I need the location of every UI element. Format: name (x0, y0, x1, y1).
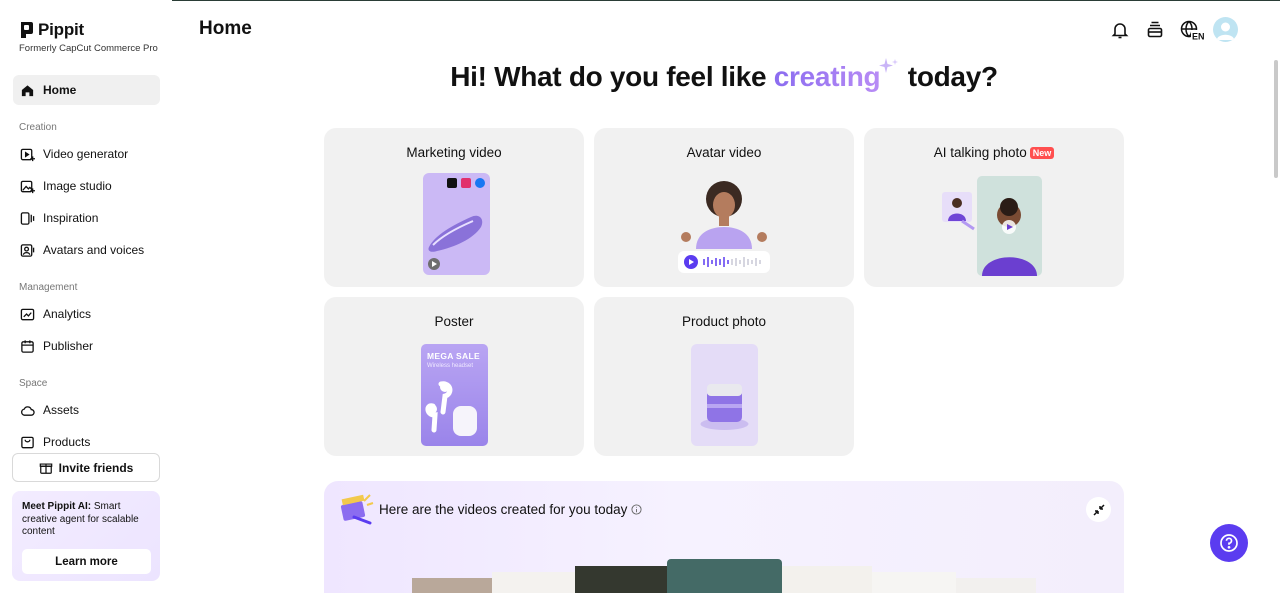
bell-icon[interactable] (1110, 20, 1130, 40)
gift-icon (39, 462, 52, 474)
talking-photo-preview (942, 176, 1042, 276)
product-box-icon (21, 436, 34, 448)
sidebar-item-label: Inspiration (43, 211, 99, 225)
card-title: Product photo (681, 314, 767, 329)
language-label: EN (1192, 32, 1205, 41)
globe-icon[interactable]: EN (1180, 20, 1206, 40)
collapse-arrows-icon (1092, 503, 1105, 516)
sidebar-item-home[interactable]: Home (13, 75, 160, 105)
new-badge: New (1029, 147, 1055, 159)
video-thumbnail[interactable] (956, 578, 1036, 593)
card-title: Marketing video (406, 145, 502, 160)
sidebar-item-label: Avatars and voices (43, 243, 145, 257)
help-button[interactable] (1210, 524, 1248, 562)
sparkle-icon (879, 58, 899, 73)
card-title: Avatar video (686, 145, 762, 160)
card-poster[interactable]: Poster MEGA SALE Wireless headset (324, 297, 584, 456)
avatar[interactable] (1213, 17, 1238, 42)
sidebar-item-inspiration[interactable]: Inspiration (13, 203, 160, 233)
pippit-ai-promo: Meet Pippit AI: Smart creative agent for… (12, 491, 160, 581)
section-label-space: Space (19, 378, 48, 389)
poster-title: MEGA SALE (427, 351, 480, 361)
banner-label: Here are the videos created for you toda… (379, 502, 628, 517)
headline: Hi! What do you feel like creating today… (324, 56, 1124, 93)
sidebar-item-label: Analytics (43, 307, 92, 321)
card-title-text: AI talking photo (933, 145, 1027, 160)
promo-text: Meet Pippit AI: Smart creative agent for… (22, 501, 150, 539)
poster-subtitle: Wireless headset (427, 363, 474, 369)
avatar-video-preview (678, 181, 770, 273)
avatar-voice-icon (20, 243, 35, 257)
video-thumbnail[interactable] (412, 578, 492, 593)
question-mark-icon (1220, 534, 1238, 552)
video-thumbnail[interactable] (872, 572, 956, 593)
sidebar-item-publisher[interactable]: Publisher (13, 331, 160, 361)
sidebar: Pippit Formerly CapCut Commerce Pro Home… (0, 0, 172, 593)
cloud-icon (21, 405, 35, 416)
sidebar-item-video-generator[interactable]: Video generator (13, 139, 160, 169)
layers-icon[interactable] (1145, 20, 1165, 40)
headline-pre: Hi! What do you feel like (450, 61, 774, 92)
info-icon[interactable] (631, 504, 642, 515)
video-thumbnail[interactable] (667, 559, 782, 593)
sidebar-item-label: Home (43, 83, 77, 97)
scrollbar[interactable] (1274, 60, 1278, 178)
sidebar-item-analytics[interactable]: Analytics (13, 299, 160, 329)
learn-more-button[interactable]: Learn more (22, 549, 151, 574)
invite-friends-label: Invite friends (58, 460, 134, 475)
marketing-video-preview (423, 173, 490, 275)
product-photo-preview (691, 344, 758, 446)
user-avatar-icon (1216, 22, 1235, 40)
poster-preview: MEGA SALE Wireless headset (421, 344, 488, 446)
videos-created-banner: Here are the videos created for you toda… (324, 481, 1124, 593)
card-title: AI talking photo New (864, 145, 1124, 160)
section-label-creation: Creation (19, 122, 57, 133)
section-label-management: Management (19, 282, 78, 293)
sidebar-item-label: Image studio (43, 179, 112, 193)
sidebar-item-label: Products (43, 435, 91, 449)
app-name: Pippit (38, 20, 85, 39)
sidebar-item-label: Video generator (43, 147, 129, 161)
inspiration-icon (20, 211, 35, 225)
earbuds-icon (425, 381, 477, 436)
video-plus-icon (20, 148, 35, 161)
video-thumbnail[interactable] (492, 572, 576, 593)
video-thumbnail[interactable] (575, 566, 667, 593)
analytics-icon (20, 308, 35, 320)
card-avatar-video[interactable]: Avatar video (594, 128, 854, 287)
card-product-photo[interactable]: Product photo (594, 297, 854, 456)
card-title: Poster (434, 314, 474, 329)
headline-accent: creating (773, 61, 881, 92)
clapperboard-icon (340, 494, 374, 525)
collapse-button[interactable] (1086, 497, 1111, 522)
card-marketing-video[interactable]: Marketing video (324, 128, 584, 287)
card-ai-talking-photo[interactable]: AI talking photo New (864, 128, 1124, 287)
brand[interactable]: Pippit (20, 20, 84, 40)
pippit-logo-icon (21, 22, 33, 38)
calendar-icon (21, 339, 34, 353)
video-thumbnail[interactable] (782, 566, 872, 593)
top-border (0, 0, 1280, 1)
sidebar-item-label: Publisher (43, 339, 94, 353)
invite-friends-button[interactable]: Invite friends (12, 453, 160, 482)
home-icon (21, 84, 34, 96)
promo-title: Meet Pippit AI: (22, 501, 92, 512)
app-subtitle: Formerly CapCut Commerce Pro (19, 43, 158, 54)
page-title: Home (199, 18, 252, 39)
sidebar-item-assets[interactable]: Assets (13, 395, 160, 425)
sidebar-item-avatars-voices[interactable]: Avatars and voices (13, 235, 160, 265)
sidebar-item-image-studio[interactable]: Image studio (13, 171, 160, 201)
sidebar-item-label: Assets (43, 403, 80, 417)
headline-post: today? (900, 61, 998, 92)
banner-text: Here are the videos created for you toda… (379, 502, 642, 517)
image-plus-icon (20, 180, 35, 193)
